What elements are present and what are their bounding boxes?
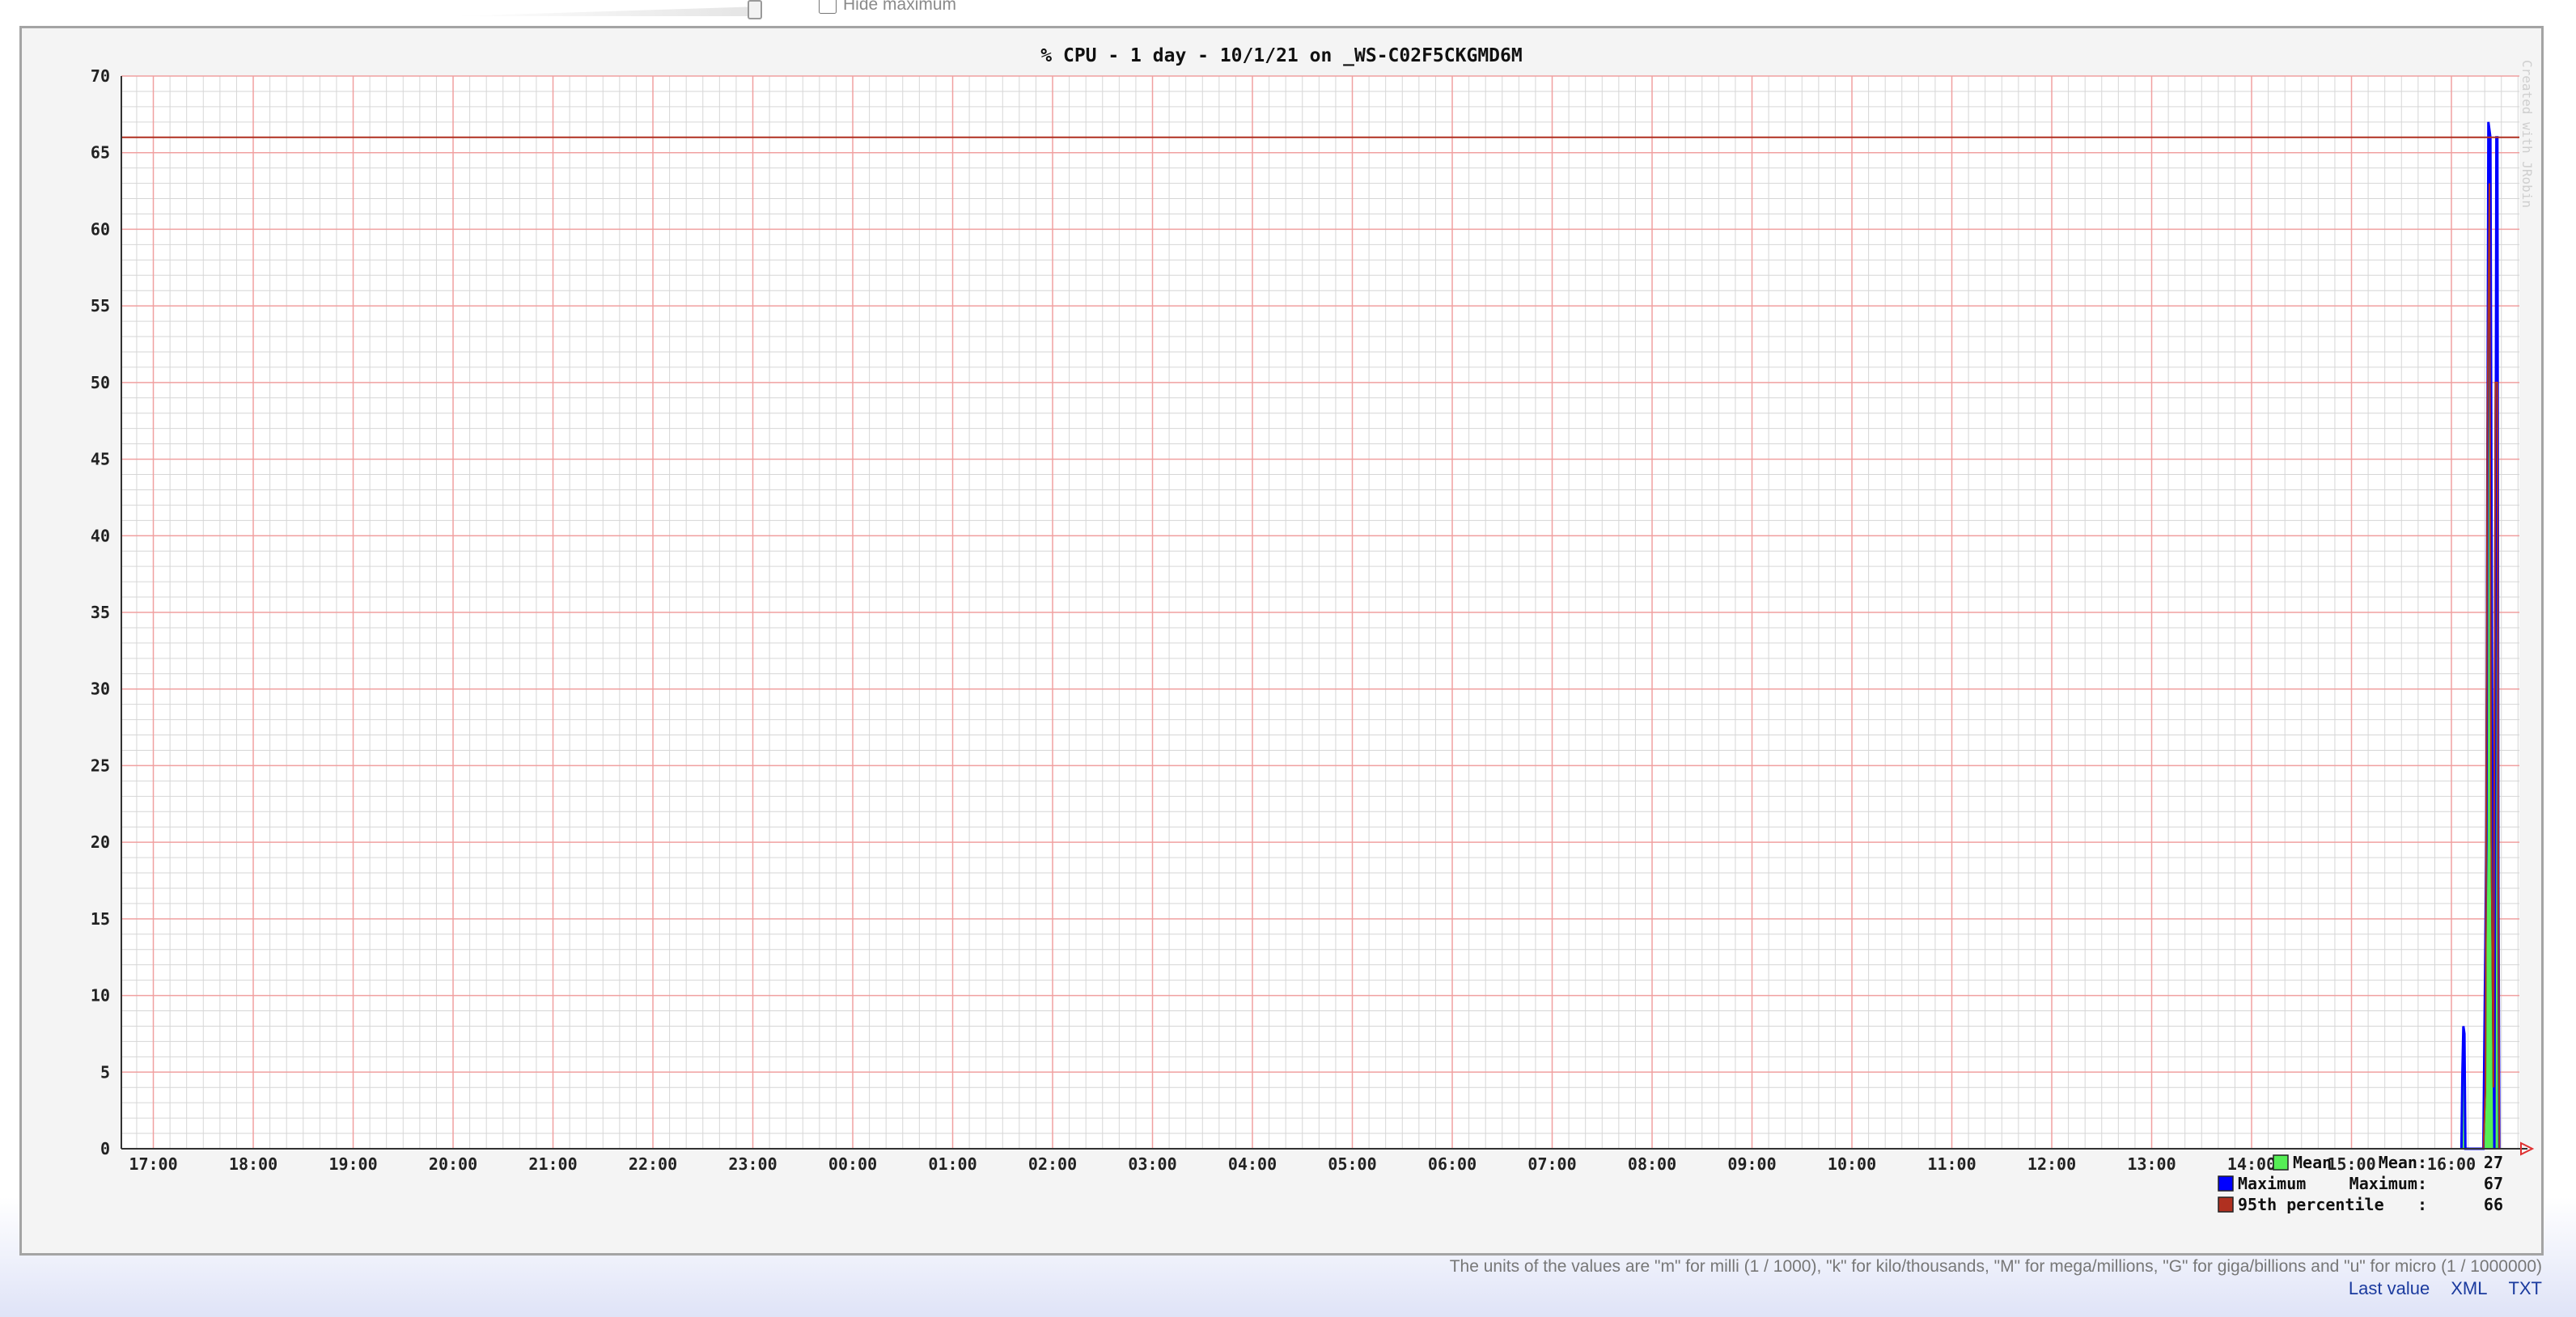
period-slider-track[interactable] bbox=[453, 6, 761, 16]
x-tick-label: 08:00 bbox=[1628, 1154, 1676, 1174]
units-note: The units of the values are "m" for mill… bbox=[1449, 1257, 2542, 1276]
y-tick-label: 40 bbox=[91, 526, 110, 545]
y-tick-label: 10 bbox=[91, 986, 110, 1006]
x-tick-label: 09:00 bbox=[1727, 1154, 1776, 1174]
legend-stat-label: Mean: bbox=[2379, 1153, 2427, 1172]
y-tick-label: 15 bbox=[91, 909, 110, 929]
x-tick-label: 16:00 bbox=[2427, 1154, 2476, 1174]
y-tick-label: 55 bbox=[91, 296, 110, 315]
legend-label: Maximum bbox=[2238, 1174, 2306, 1193]
x-tick-label: 12:00 bbox=[2027, 1154, 2076, 1174]
x-tick-label: 04:00 bbox=[1228, 1154, 1277, 1174]
x-tick-label: 17:00 bbox=[129, 1154, 177, 1174]
x-tick-label: 21:00 bbox=[528, 1154, 577, 1174]
x-tick-label: 07:00 bbox=[1527, 1154, 1576, 1174]
chart-watermark: Created with JRobin bbox=[2519, 60, 2535, 208]
x-tick-label: 14:00 bbox=[2227, 1154, 2276, 1174]
hide-maximum-label: Hide maximum bbox=[843, 0, 957, 14]
y-tick-label: 5 bbox=[100, 1062, 110, 1082]
x-tick-label: 13:00 bbox=[2127, 1154, 2176, 1174]
x-tick-label: 22:00 bbox=[629, 1154, 677, 1174]
legend-value: 27 bbox=[2484, 1153, 2503, 1172]
y-tick-label: 60 bbox=[91, 219, 110, 239]
y-tick-label: 30 bbox=[91, 680, 110, 699]
x-tick-label: 10:00 bbox=[1828, 1154, 1876, 1174]
legend-swatch bbox=[2218, 1175, 2234, 1192]
xml-link[interactable]: XML bbox=[2451, 1278, 2487, 1299]
top-controls: Hide maximum bbox=[0, 0, 2576, 24]
y-tick-label: 20 bbox=[91, 832, 110, 852]
x-tick-label: 02:00 bbox=[1028, 1154, 1077, 1174]
export-links: Last value XML TXT bbox=[2349, 1278, 2542, 1299]
y-tick-label: 70 bbox=[91, 66, 110, 86]
cpu-chart: 0 5 10 15 20 25 30 35 40 45 50 55 60 65 70 17:00 18:00 19… bbox=[91, 45, 2535, 1214]
chart-title: % CPU - 1 day - 10/1/21 on _WS-C02F5CKGM… bbox=[1040, 45, 1522, 66]
x-tick-label: 15:00 bbox=[2327, 1154, 2375, 1174]
legend-swatch bbox=[2273, 1154, 2289, 1171]
x-tick-label: 11:00 bbox=[1927, 1154, 1976, 1174]
x-tick-label: 18:00 bbox=[229, 1154, 278, 1174]
y-tick-label: 50 bbox=[91, 373, 110, 392]
x-tick-label: 03:00 bbox=[1128, 1154, 1176, 1174]
legend-swatch bbox=[2218, 1196, 2234, 1213]
x-tick-label: 23:00 bbox=[728, 1154, 777, 1174]
hide-maximum-checkbox[interactable] bbox=[819, 0, 837, 14]
legend-label: 95th percentile bbox=[2238, 1195, 2384, 1214]
y-tick-label: 65 bbox=[91, 143, 110, 163]
legend-stat-label: Maximum: bbox=[2349, 1174, 2427, 1193]
legend-label: Mean bbox=[2293, 1153, 2332, 1172]
y-tick-label: 25 bbox=[91, 756, 110, 775]
x-tick-label: 19:00 bbox=[328, 1154, 377, 1174]
legend-value: 66 bbox=[2484, 1195, 2503, 1214]
y-tick-label: 0 bbox=[100, 1139, 110, 1158]
x-tick-label: 06:00 bbox=[1428, 1154, 1477, 1174]
y-tick-label: 35 bbox=[91, 603, 110, 622]
y-tick-label: 45 bbox=[91, 450, 110, 469]
x-tick-label: 20:00 bbox=[429, 1154, 477, 1174]
legend-value: 67 bbox=[2484, 1174, 2503, 1193]
x-tick-label: 01:00 bbox=[928, 1154, 977, 1174]
legend-stat-label: : bbox=[2417, 1195, 2427, 1214]
x-tick-label: 05:00 bbox=[1328, 1154, 1376, 1174]
txt-link[interactable]: TXT bbox=[2508, 1278, 2542, 1299]
x-tick-label: 00:00 bbox=[828, 1154, 877, 1174]
last-value-link[interactable]: Last value bbox=[2349, 1278, 2430, 1299]
hide-maximum-option[interactable]: Hide maximum bbox=[819, 0, 956, 15]
period-slider-handle[interactable] bbox=[748, 0, 762, 19]
